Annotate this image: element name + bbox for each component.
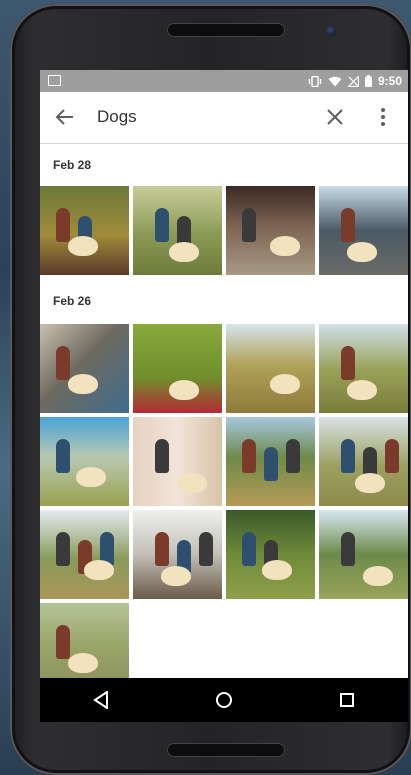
photo-dog-shape — [347, 380, 377, 400]
photo-person-shape — [242, 208, 256, 242]
gallery-notification-icon — [48, 75, 61, 86]
navigation-bar — [40, 678, 408, 722]
photo-person-shape — [286, 439, 300, 473]
photo-thumbnail[interactable] — [226, 510, 315, 599]
photo-person-shape — [264, 447, 278, 481]
photo-thumbnail[interactable] — [40, 603, 129, 678]
photo-grid-feb-26 — [40, 324, 408, 678]
photo-thumbnail[interactable] — [226, 324, 315, 413]
photo-dog-shape — [76, 467, 106, 487]
battery-icon — [364, 75, 372, 87]
nav-home-button[interactable] — [204, 685, 244, 715]
photo-dog-shape — [169, 380, 199, 400]
photo-thumbnail[interactable] — [133, 186, 222, 275]
more-options-icon[interactable] — [373, 106, 393, 128]
search-query-title: Dogs — [97, 107, 137, 126]
photo-dog-shape — [169, 242, 199, 262]
app-bar: Dogs — [40, 92, 408, 144]
nav-recents-button[interactable] — [327, 685, 367, 715]
photo-dog-shape — [363, 566, 393, 586]
photo-person-shape — [155, 208, 169, 242]
vibrate-icon — [308, 75, 322, 87]
photo-results[interactable]: Feb 28 Feb 26 — [40, 144, 408, 678]
photo-person-shape — [155, 439, 169, 473]
wifi-icon — [328, 76, 342, 86]
square-recents-icon — [339, 693, 354, 707]
photo-thumbnail[interactable] — [40, 417, 129, 506]
photo-dog-shape — [68, 374, 98, 394]
photo-dog-shape — [262, 560, 292, 580]
nav-back-button[interactable] — [81, 685, 121, 715]
photo-dog-shape — [270, 374, 300, 394]
photo-thumbnail[interactable] — [133, 417, 222, 506]
photo-dog-shape — [68, 236, 98, 256]
photo-thumbnail[interactable] — [319, 417, 408, 506]
photo-person-shape — [341, 439, 355, 473]
photo-person-shape — [56, 208, 70, 242]
triangle-back-icon — [93, 691, 109, 709]
photo-person-shape — [56, 346, 70, 380]
status-bar: 9:50 — [40, 70, 408, 92]
photo-thumbnail[interactable] — [319, 510, 408, 599]
photo-person-shape — [155, 532, 169, 566]
photo-thumbnail[interactable] — [40, 324, 129, 413]
photo-thumbnail[interactable] — [319, 186, 408, 275]
bottom-speaker-grille — [167, 743, 285, 757]
close-icon[interactable] — [325, 107, 345, 127]
photo-thumbnail[interactable] — [319, 324, 408, 413]
photo-thumbnail[interactable] — [133, 324, 222, 413]
photo-thumbnail[interactable] — [40, 186, 129, 275]
section-date-feb-26: Feb 26 — [53, 294, 92, 308]
photo-dog-shape — [68, 653, 98, 673]
photo-thumbnail[interactable] — [133, 510, 222, 599]
photo-dog-shape — [177, 473, 207, 493]
photo-person-shape — [242, 439, 256, 473]
circle-home-icon — [215, 692, 232, 708]
top-speaker-grille — [167, 23, 285, 37]
phone-frame: 9:50 Dogs Feb 28 Feb 26 — [10, 4, 411, 775]
photo-thumbnail[interactable] — [226, 417, 315, 506]
photo-dog-shape — [84, 560, 114, 580]
photo-person-shape — [341, 532, 355, 566]
photo-thumbnail[interactable] — [40, 510, 129, 599]
photo-dog-shape — [355, 473, 385, 493]
photo-person-shape — [341, 208, 355, 242]
photo-dog-shape — [270, 236, 300, 256]
back-arrow-icon[interactable] — [54, 106, 76, 128]
photo-person-shape — [56, 625, 70, 659]
photo-person-shape — [56, 439, 70, 473]
front-camera — [326, 26, 336, 36]
photo-dog-shape — [347, 242, 377, 262]
screen: 9:50 Dogs Feb 28 Feb 26 — [40, 70, 408, 722]
section-date-feb-28: Feb 28 — [53, 158, 92, 172]
photo-dog-shape — [161, 566, 191, 586]
photo-person-shape — [341, 346, 355, 380]
no-signal-icon — [347, 75, 359, 87]
status-icons: 9:50 — [308, 74, 402, 88]
photo-thumbnail[interactable] — [226, 186, 315, 275]
photo-person-shape — [385, 439, 399, 473]
photo-person-shape — [199, 532, 213, 566]
clock: 9:50 — [377, 74, 402, 88]
photo-person-shape — [56, 532, 70, 566]
photo-grid-feb-28 — [40, 186, 408, 275]
photo-person-shape — [242, 532, 256, 566]
